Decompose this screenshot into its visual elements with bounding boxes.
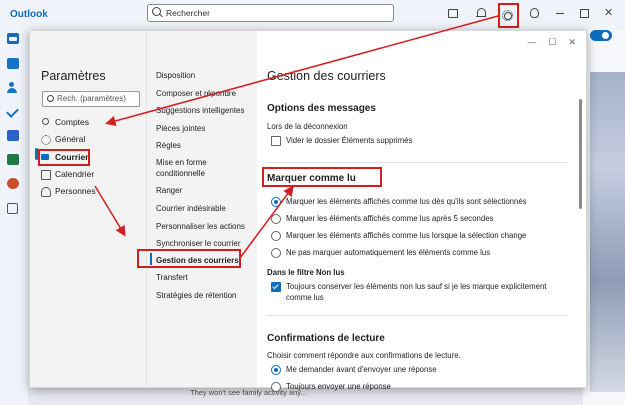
radio-never-mark[interactable] [271,248,281,258]
search-placeholder: Rechercher [166,8,210,18]
category-label: Calendrier [55,169,95,179]
bell-icon[interactable] [476,8,486,18]
category-label: Général [55,134,86,144]
mail-icon[interactable] [7,33,19,44]
content-title: Gestion des courriers [267,69,386,83]
subcategory-courrier-indesirable[interactable]: Courrier indésirable [156,203,256,214]
label-read-receipts-desc: Choisir comment répondre aux confirmatio… [267,351,461,360]
person-icon [42,118,49,125]
divider [267,315,567,316]
subcategory-composer[interactable]: Composer et répondre [156,88,256,99]
radio-mark-on-select[interactable] [271,197,281,207]
subcategory-regles[interactable]: Règles [156,140,256,151]
close-icon[interactable]: ✕ [568,37,576,47]
calendar-icon[interactable] [7,58,19,69]
checkbox-empty-deleted[interactable] [271,136,281,146]
close-icon[interactable]: ✕ [604,6,613,19]
category-label: Comptes [55,117,90,127]
people-icon [41,187,51,197]
calendar-icon [41,170,51,180]
apps-icon[interactable] [7,203,18,214]
subcategory-pieces-jointes[interactable]: Pièces jointes [156,123,256,134]
heading-options-messages: Options des messages [267,103,376,114]
label-on-signout: Lors de la déconnexion [267,122,348,131]
excel-icon[interactable] [7,154,19,165]
radio-ask-before-reply[interactable] [271,365,281,375]
subcategory-synchroniser[interactable]: Synchroniser le courrier [156,238,256,249]
minimize-icon[interactable]: — [527,37,536,47]
settings-search-input[interactable]: Rech. (paramètres) [42,91,140,107]
label-always-reply: Toujours envoyer une réponse [286,382,391,391]
toggle-switch[interactable] [590,30,612,41]
annotation-box-gestion [137,249,241,268]
minimize-icon[interactable] [556,13,564,14]
app-rail [0,30,28,405]
subcategory-transfert[interactable]: Transfert [156,272,256,283]
search-icon [47,95,54,102]
search-icon [152,7,161,16]
word-icon[interactable] [7,130,19,141]
settings-content-pane: — ☐ ✕ Gestion des courriers Options des me… [257,31,586,392]
dialog-window-controls: — ☐ ✕ [515,37,576,48]
label-mark-on-change: Marquer les éléments affichés comme lus … [286,231,527,240]
label-mark-on-select: Marquer les éléments affichés comme lus … [286,197,527,206]
label-unread-filter: Dans le filtre Non lus [267,268,345,277]
label-never-mark: Ne pas marquer automatiquement les éléme… [286,248,491,257]
label-empty-deleted: Vider le dossier Éléments supprimés [286,136,413,145]
gear-icon [502,10,513,21]
background-image [590,72,625,392]
news-icon[interactable] [448,9,458,18]
settings-title: Paramètres [41,69,106,83]
label-ask-before-reply: Me demander avant d'envoyer une réponse [286,365,437,374]
radio-mark-after-5s[interactable] [271,214,281,224]
annotation-box-courrier [38,149,90,166]
settings-dialog: Paramètres Rech. (paramètres) Comptes Gé… [29,30,587,392]
radio-mark-on-change[interactable] [271,231,281,241]
lightbulb-icon[interactable] [530,8,539,18]
title-bar: Outlook Rechercher ✕ [0,0,625,30]
todo-icon[interactable] [7,106,19,117]
gear-icon [41,135,51,145]
settings-search-placeholder: Rech. (paramètres) [57,94,126,103]
checkbox-keep-unread[interactable] [271,282,281,292]
label-mark-after-5s: Marquer les éléments affichés comme lus … [286,214,494,223]
maximize-icon[interactable]: ☐ [548,37,556,47]
powerpoint-icon[interactable] [7,178,19,189]
settings-categories-pane: Paramètres Rech. (paramètres) Comptes Gé… [30,31,146,387]
search-box[interactable]: Rechercher [147,4,394,22]
divider [267,162,567,163]
subcategory-strategies[interactable]: Stratégies de rétention [156,290,256,301]
maximize-icon[interactable] [580,9,589,18]
people-icon[interactable] [7,82,19,93]
annotation-box-marquer [262,167,382,187]
radio-always-reply[interactable] [271,382,281,392]
subcategory-mise-en-forme[interactable]: Mise en forme conditionnelle [156,157,236,179]
subcategory-suggestions[interactable]: Suggestions intelligentes [156,105,256,116]
subcategory-personnaliser[interactable]: Personnaliser les actions [156,221,256,232]
subcategory-ranger[interactable]: Ranger [156,185,256,196]
category-label: Personnes [55,186,96,196]
settings-button-highlight[interactable] [498,3,519,28]
label-keep-unread: Toujours conserver les éléments non lus … [286,282,547,302]
app-title: Outlook [10,9,48,20]
heading-read-receipts: Confirmations de lecture [267,333,385,344]
scrollbar[interactable] [579,99,582,209]
subcategory-disposition[interactable]: Disposition [156,70,256,81]
